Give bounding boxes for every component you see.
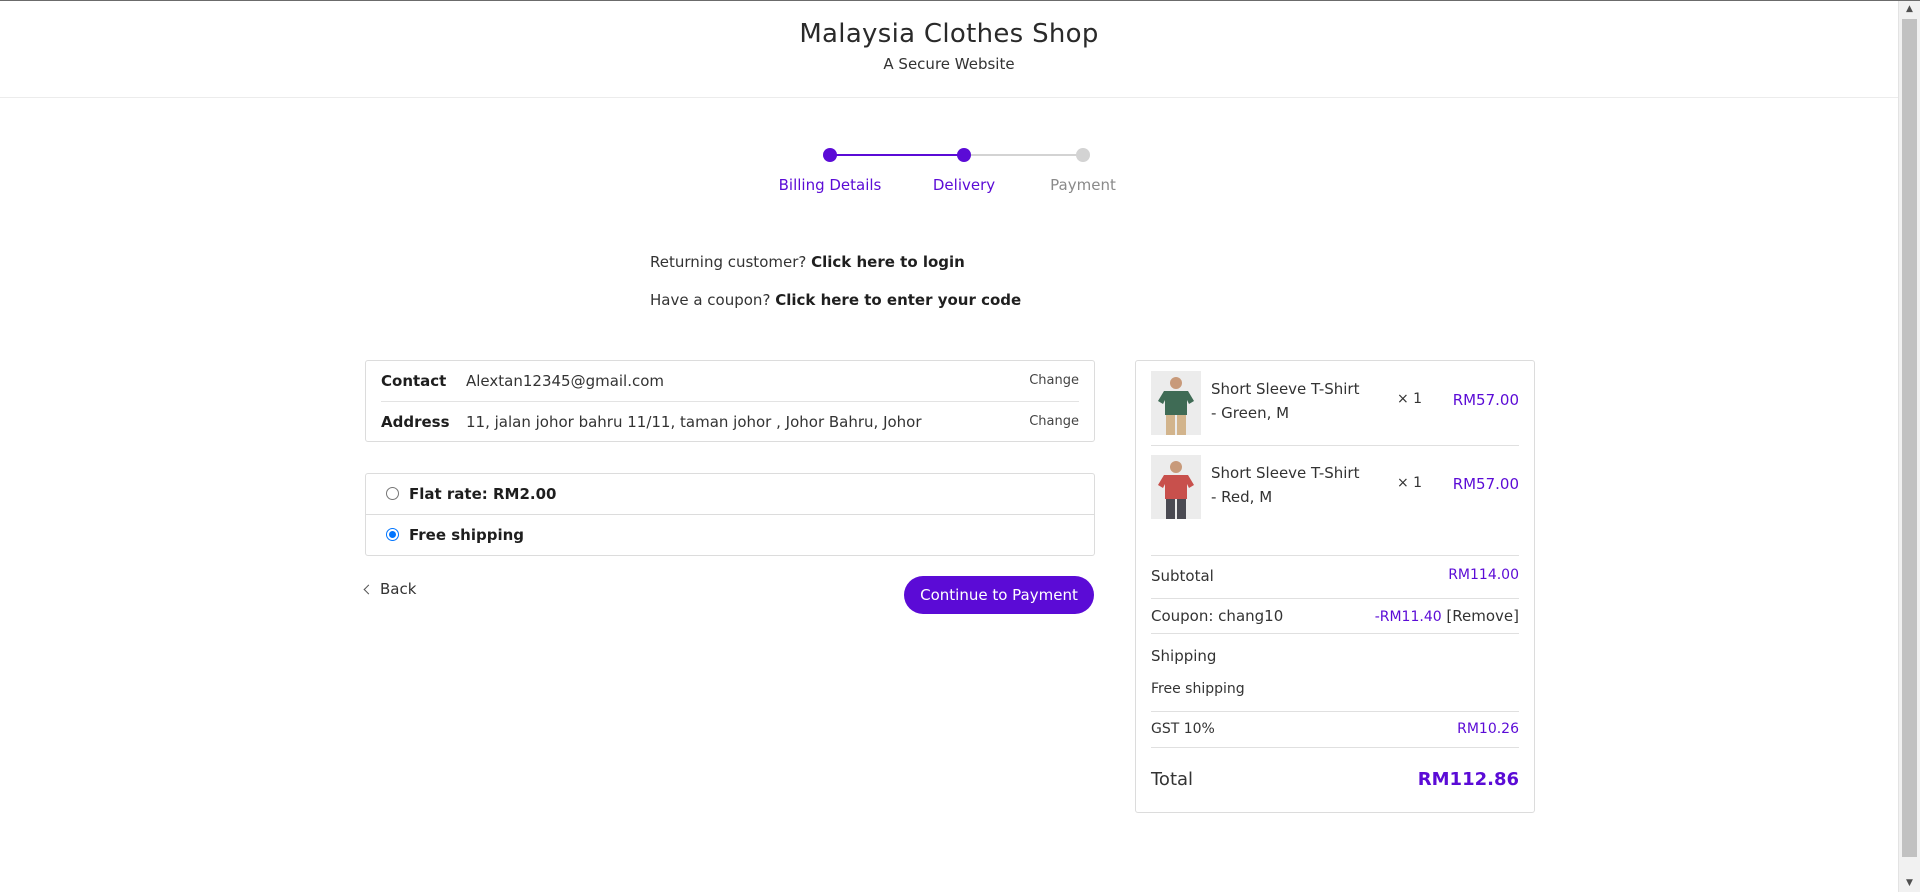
step-billing-details[interactable]: Billing Details [779,176,882,194]
continue-to-payment-button[interactable]: Continue to Payment [904,576,1094,614]
shipping-option-flat-rate[interactable]: Flat rate: RM2.00 [366,474,1094,515]
coupon-amount-group: -RM11.40 [Remove] [1375,607,1519,625]
change-address-link[interactable]: Change [1029,414,1079,429]
back-label[interactable]: Back [380,580,416,598]
summary-divider [1151,711,1519,712]
site-title[interactable]: Malaysia Clothes Shop [0,19,1898,49]
item-quantity: × 1 [1397,475,1423,491]
order-item: Short Sleeve T-Shirt - Red, M × 1 RM57.0… [1151,445,1519,529]
scroll-up-icon[interactable]: ▲ [1899,1,1920,18]
gst-label: GST 10% [1151,721,1215,737]
coupon-label: Coupon: chang10 [1151,607,1284,625]
scroll-down-icon[interactable]: ▼ [1899,875,1920,892]
item-name: Short Sleeve T-Shirt - Green, M [1211,380,1360,422]
contact-row: Contact Alextan12345@gmail.com Change [381,361,1079,401]
back-link[interactable]: Back [363,580,416,598]
step-delivery[interactable]: Delivery [933,176,995,194]
step-dot-payment [1076,148,1090,162]
site-subtitle: A Secure Website [883,55,1015,73]
contact-address-box: Contact Alextan12345@gmail.com Change Ad… [365,360,1095,442]
returning-customer-notice: Returning customer? Click here to login [650,253,965,271]
enter-coupon-link[interactable]: Click here to enter your code [775,291,1021,309]
address-row: Address 11, jalan johor bahru 11/11, tam… [381,402,1079,442]
order-item: Short Sleeve T-Shirt - Green, M × 1 RM57… [1151,361,1519,445]
address-label: Address [381,413,450,431]
contact-label: Contact [381,372,447,390]
flat-rate-radio[interactable] [386,487,399,500]
free-shipping-label[interactable]: Free shipping [409,526,524,544]
chevron-left-icon [363,584,374,595]
site-header: Malaysia Clothes Shop A Secure Website [0,1,1898,98]
checkout-steps: Billing Details Delivery Payment [760,140,1160,200]
coupon-discount-value: -RM11.40 [1374,609,1442,625]
step-dot-billing [823,148,837,162]
address-value: 11, jalan johor bahru 11/11, taman johor… [466,413,922,431]
total-value: RM112.86 [1417,769,1519,790]
shipping-method: Free shipping [1151,681,1245,697]
contact-value: Alextan12345@gmail.com [466,372,665,390]
summary-divider [1151,555,1519,556]
shipping-options-box: Flat rate: RM2.00 Free shipping [365,473,1095,556]
item-quantity: × 1 [1397,391,1423,407]
summary-divider [1151,747,1519,748]
item-price: RM57.00 [1452,391,1519,409]
returning-customer-text: Returning customer? [650,253,807,271]
summary-divider [1151,598,1519,599]
step-payment: Payment [1050,176,1116,194]
remove-coupon-link[interactable]: [Remove] [1446,607,1519,625]
step-line-complete [830,154,964,156]
order-summary: Short Sleeve T-Shirt - Green, M × 1 RM57… [1135,360,1535,813]
gst-row: GST 10% RM10.26 [1151,721,1519,737]
product-thumbnail[interactable] [1151,371,1201,435]
coupon-row: Coupon: chang10 -RM11.40 [Remove] [1151,607,1519,625]
coupon-text: Have a coupon? [650,291,771,309]
flat-rate-label[interactable]: Flat rate: RM2.00 [409,485,556,503]
free-shipping-radio[interactable] [386,528,399,541]
coupon-notice: Have a coupon? Click here to enter your … [650,291,1021,309]
subtotal-row: Subtotal RM114.00 [1151,567,1519,585]
shipping-label: Shipping [1151,647,1217,665]
subtotal-label: Subtotal [1151,567,1214,585]
product-thumbnail[interactable] [1151,455,1201,519]
subtotal-value: RM114.00 [1448,567,1519,583]
scroll-thumb[interactable] [1902,19,1917,857]
item-price: RM57.00 [1452,475,1519,493]
login-link[interactable]: Click here to login [811,253,965,271]
change-contact-link[interactable]: Change [1029,373,1079,388]
total-label: Total [1151,769,1194,790]
item-name: Short Sleeve T-Shirt - Red, M [1211,464,1360,506]
shipping-option-free[interactable]: Free shipping [366,515,1094,556]
summary-divider [1151,633,1519,634]
step-line-upcoming [964,154,1083,156]
total-row: Total RM112.86 [1151,769,1519,790]
gst-value: RM10.26 [1457,721,1519,737]
step-dot-delivery [957,148,971,162]
vertical-scrollbar[interactable]: ▲ ▼ [1898,1,1920,892]
